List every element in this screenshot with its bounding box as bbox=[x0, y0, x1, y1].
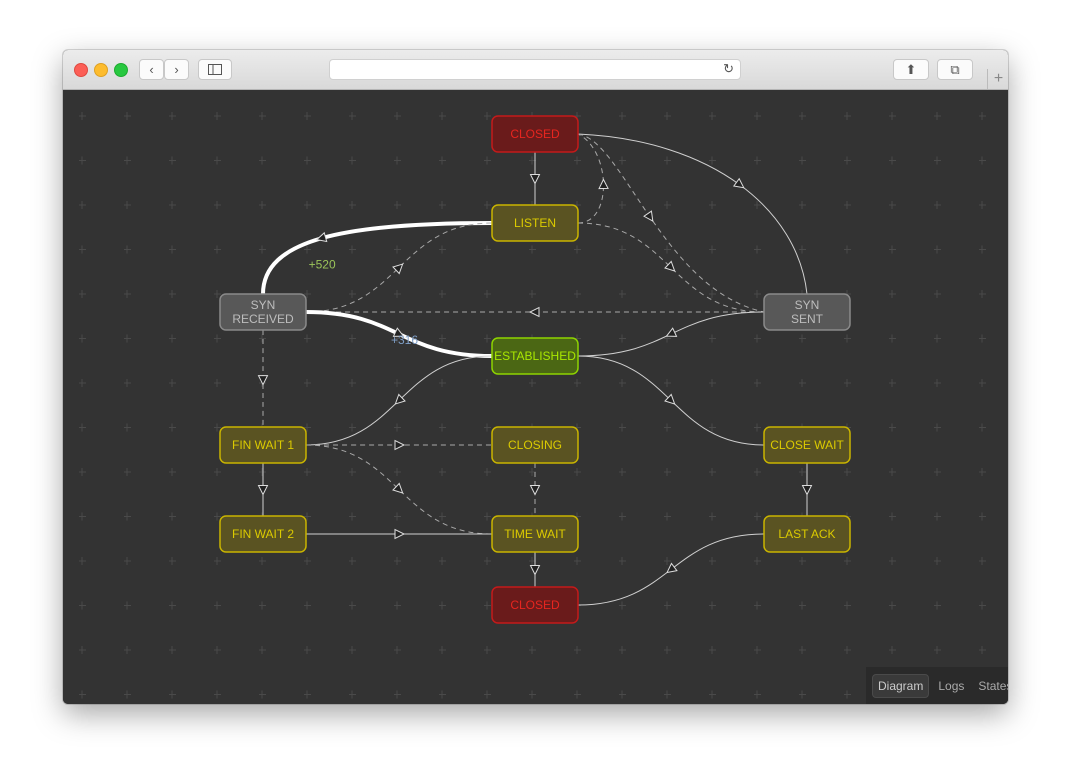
state-label: SYN bbox=[251, 298, 276, 312]
diagram-canvas[interactable]: +520 +316 CLOSED LISTEN SYN RECEIVED SYN SENT E… bbox=[63, 90, 1008, 704]
state-node-fin_wait_1[interactable]: FIN WAIT 1 bbox=[219, 426, 307, 464]
state-label: FIN WAIT 1 bbox=[232, 438, 294, 452]
forward-button[interactable]: › bbox=[164, 59, 189, 80]
minimize-window-button[interactable] bbox=[94, 63, 108, 77]
state-node-time_wait[interactable]: TIME WAIT bbox=[491, 515, 579, 553]
chevron-right-icon: › bbox=[174, 62, 179, 77]
browser-toolbar: ‹ › ↻ ⬆ ⧉ + bbox=[63, 50, 1008, 90]
share-button[interactable]: ⬆ bbox=[893, 59, 929, 80]
state-node-syn_received[interactable]: SYNRECEIVED bbox=[219, 293, 307, 331]
state-label: SYN bbox=[795, 298, 820, 312]
state-label: LISTEN bbox=[514, 216, 556, 230]
state-label: RECEIVED bbox=[232, 312, 294, 326]
edge-label: +316 bbox=[391, 333, 418, 347]
state-label: LAST ACK bbox=[778, 527, 835, 541]
tab-diagram[interactable]: Diagram bbox=[872, 673, 930, 698]
state-label: TIME WAIT bbox=[504, 527, 566, 541]
chevron-left-icon: ‹ bbox=[149, 62, 154, 77]
share-icon: ⬆ bbox=[905, 61, 917, 77]
sidebar-toggle-button[interactable] bbox=[198, 59, 232, 80]
browser-window: ‹ › ↻ ⬆ ⧉ + +520 +316 CLOSED LISTEN SYN RECE… bbox=[63, 50, 1008, 704]
address-bar[interactable]: ↻ bbox=[329, 59, 741, 80]
state-node-last_ack[interactable]: LAST ACK bbox=[763, 515, 851, 553]
state-label: ESTABLISHED bbox=[494, 349, 576, 363]
state-diagram: +520+316 CLOSEDLISTENSYNRECEIVEDSYNSENTE… bbox=[63, 90, 1008, 704]
tab-logs[interactable]: Logs bbox=[933, 675, 969, 697]
state-label: CLOSED bbox=[510, 598, 560, 612]
sidebar-icon bbox=[208, 64, 222, 75]
state-node-fin_wait_2[interactable]: FIN WAIT 2 bbox=[219, 515, 307, 553]
state-label: CLOSED bbox=[510, 127, 560, 141]
state-node-listen[interactable]: LISTEN bbox=[491, 204, 579, 242]
state-label: CLOSING bbox=[508, 438, 562, 452]
edge-label: +520 bbox=[309, 257, 336, 271]
state-node-syn_sent[interactable]: SYNSENT bbox=[763, 293, 851, 331]
tabs-icon: ⧉ bbox=[950, 61, 960, 77]
close-window-button[interactable] bbox=[74, 63, 88, 77]
tab-states[interactable]: States bbox=[973, 675, 1008, 697]
state-node-closing[interactable]: CLOSING bbox=[491, 426, 579, 464]
new-tab-button[interactable]: + bbox=[987, 69, 1008, 89]
maximize-window-button[interactable] bbox=[114, 63, 128, 77]
view-tabs: DiagramLogsStates bbox=[866, 667, 1008, 704]
state-label: SENT bbox=[791, 312, 824, 326]
state-label: FIN WAIT 2 bbox=[232, 527, 294, 541]
tabs-overview-button[interactable]: ⧉ bbox=[937, 59, 973, 80]
state-node-closed_bottom[interactable]: CLOSED bbox=[491, 586, 579, 624]
state-node-established[interactable]: ESTABLISHED bbox=[491, 337, 579, 375]
back-button[interactable]: ‹ bbox=[139, 59, 164, 80]
state-node-close_wait[interactable]: CLOSE WAIT bbox=[763, 426, 851, 464]
state-label: CLOSE WAIT bbox=[770, 438, 844, 452]
state-node-closed_top[interactable]: CLOSED bbox=[491, 115, 579, 153]
reload-icon[interactable]: ↻ bbox=[723, 61, 734, 77]
